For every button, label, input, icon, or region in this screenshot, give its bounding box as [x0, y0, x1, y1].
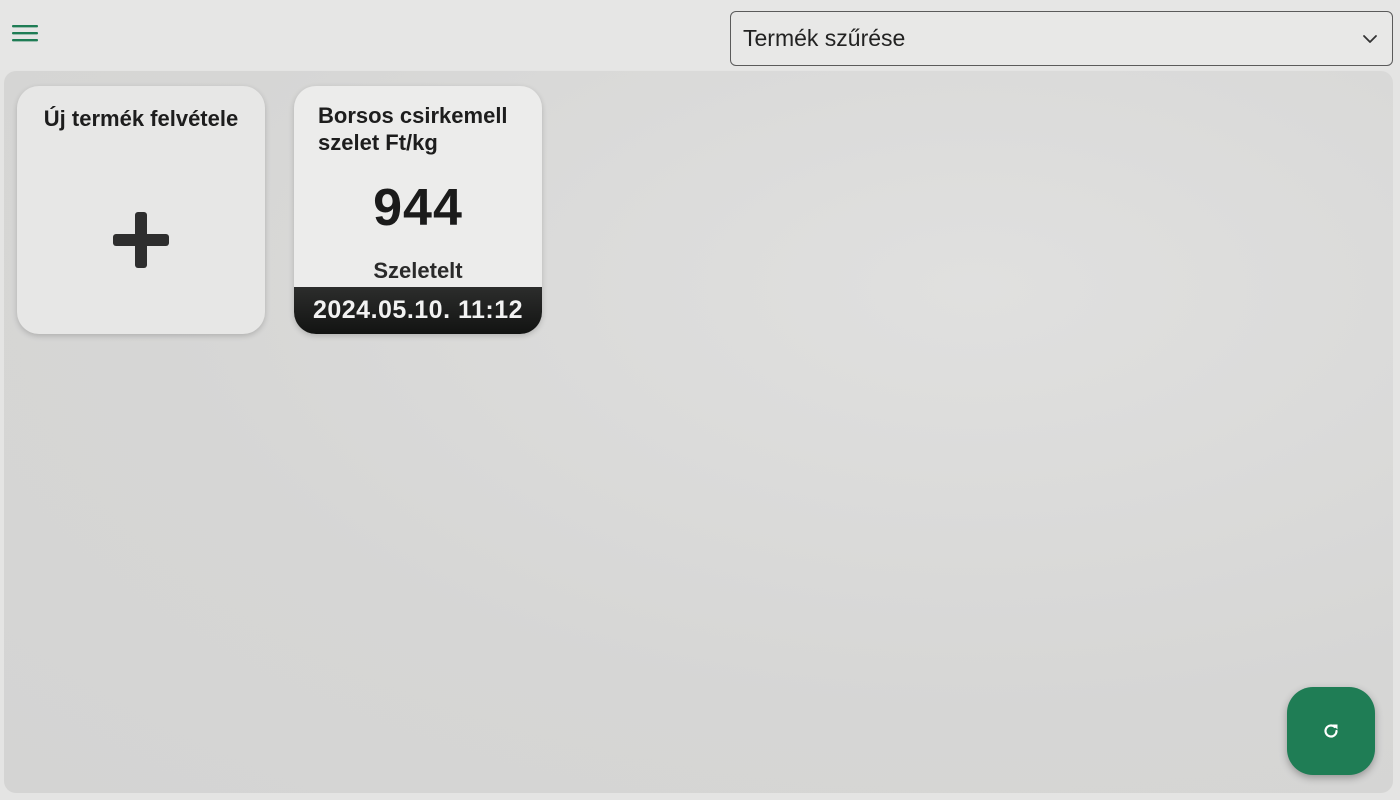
product-name: Borsos csirkemell szelet Ft/kg: [318, 103, 508, 155]
product-filter-select[interactable]: Termék szűrése: [730, 11, 1393, 66]
chevron-down-icon: [1360, 29, 1380, 49]
plus-icon: [113, 212, 169, 268]
product-price: 944: [373, 179, 463, 237]
product-card[interactable]: Borsos csirkemell szelet Ft/kg 944 Szele…: [294, 86, 542, 334]
product-grid: Új termék felvétele Borsos csirkemell sz…: [4, 71, 1393, 793]
refresh-icon: [1324, 724, 1338, 738]
product-type: Szeletelt: [373, 258, 463, 283]
top-bar: Termék szűrése: [0, 0, 1400, 70]
menu-button[interactable]: [8, 18, 42, 48]
hamburger-menu-icon: [12, 25, 38, 42]
refresh-button[interactable]: [1287, 687, 1375, 775]
product-filter-label: Termék szűrése: [743, 25, 906, 51]
new-product-card[interactable]: Új termék felvétele: [17, 86, 265, 334]
product-date-bar: 2024.05.10. 11:12: [294, 287, 542, 334]
new-product-title: Új termék felvétele: [43, 106, 239, 131]
